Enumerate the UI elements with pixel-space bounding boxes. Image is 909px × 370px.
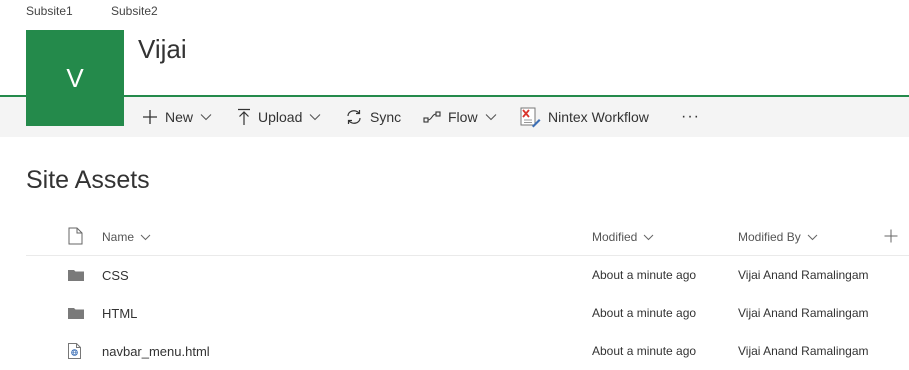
more-options-button[interactable]: ···	[681, 97, 700, 137]
subsite-link-subsite1[interactable]: Subsite1	[26, 4, 73, 18]
list-item[interactable]: navbar_menu.html About a minute ago Vija…	[26, 332, 909, 370]
item-modified: About a minute ago	[592, 306, 697, 320]
modified-column-label: Modified	[592, 230, 638, 244]
chevron-down-icon	[309, 113, 321, 121]
nintex-workflow-button[interactable]: Nintex Workflow	[519, 97, 649, 137]
new-button[interactable]: New	[142, 97, 212, 137]
nintex-workflow-icon	[519, 106, 541, 128]
sync-icon	[345, 109, 363, 125]
item-modified: About a minute ago	[592, 344, 697, 358]
modified-column-header[interactable]: Modified	[592, 218, 654, 256]
list-item[interactable]: CSS About a minute ago Vijai Anand Ramal…	[26, 256, 909, 294]
document-icon	[68, 227, 83, 248]
site-title[interactable]: Vijai	[138, 34, 187, 65]
add-column-button[interactable]	[884, 218, 898, 256]
item-name[interactable]: CSS	[102, 256, 129, 294]
library-title: Site Assets	[26, 166, 150, 194]
plus-icon	[884, 229, 898, 246]
item-name[interactable]: navbar_menu.html	[102, 332, 210, 370]
folder-icon	[68, 294, 88, 332]
modified-by-column-label: Modified By	[738, 230, 801, 244]
flow-button[interactable]: Flow	[423, 97, 497, 137]
upload-button-label: Upload	[258, 109, 303, 125]
name-column-header[interactable]: Name	[102, 218, 151, 256]
command-bar: New Upload Sync Flow Nintex Workflow ···	[0, 97, 909, 137]
subsite-link-subsite2[interactable]: Subsite2	[111, 4, 158, 18]
nintex-workflow-label: Nintex Workflow	[548, 109, 649, 125]
item-modified-by[interactable]: Vijai Anand Ramalingam	[738, 332, 869, 370]
flow-button-label: Flow	[448, 109, 478, 125]
upload-button[interactable]: Upload	[237, 97, 321, 137]
sync-button[interactable]: Sync	[345, 97, 401, 137]
site-logo[interactable]: V	[26, 30, 124, 126]
folder-icon	[68, 256, 88, 294]
modified-by-column-header[interactable]: Modified By	[738, 218, 818, 256]
file-type-column-header[interactable]	[68, 218, 88, 256]
flow-icon	[423, 111, 441, 123]
list-item[interactable]: HTML About a minute ago Vijai Anand Rama…	[26, 294, 909, 332]
list-header: Name Modified Modified By	[26, 218, 909, 256]
item-modified-by[interactable]: Vijai Anand Ramalingam	[738, 256, 869, 294]
more-options-icon: ···	[681, 108, 700, 125]
plus-icon	[142, 109, 158, 125]
sync-button-label: Sync	[370, 109, 402, 125]
chevron-down-icon	[485, 113, 497, 121]
chevron-down-icon	[807, 234, 818, 241]
html-file-icon	[68, 332, 88, 370]
document-list: Name Modified Modified By CSS About a mi…	[26, 218, 909, 370]
item-name[interactable]: HTML	[102, 294, 137, 332]
item-modified-by[interactable]: Vijai Anand Ramalingam	[738, 294, 869, 332]
upload-arrow-icon	[237, 108, 251, 126]
chevron-down-icon	[643, 234, 654, 241]
chevron-down-icon	[200, 113, 212, 121]
site-logo-letter: V	[66, 62, 84, 93]
name-column-label: Name	[102, 230, 135, 244]
new-button-label: New	[165, 109, 194, 125]
chevron-down-icon	[140, 234, 151, 241]
item-modified: About a minute ago	[592, 268, 697, 282]
